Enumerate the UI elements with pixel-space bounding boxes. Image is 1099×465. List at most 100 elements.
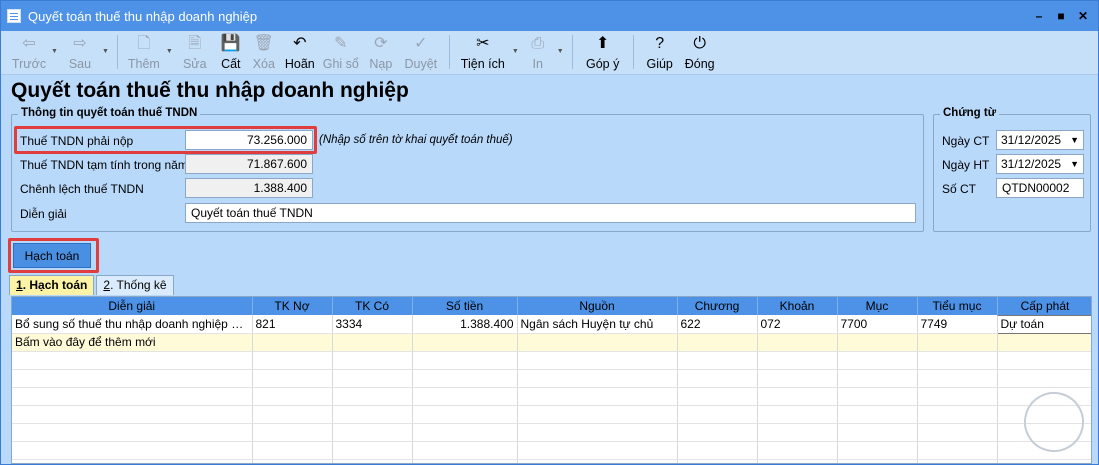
grid-cell[interactable]: Bổ sung số thuế thu nhập doanh nghiệp hi… — [12, 315, 253, 334]
grid-column-header[interactable]: Cấp phát — [997, 297, 1091, 315]
toolbar-button-8[interactable]: ⟳ Nạp — [363, 31, 399, 73]
dropdown-caret-icon[interactable]: ▼ — [49, 48, 60, 55]
toolbar-button-4[interactable]: 💾 Cất — [215, 31, 247, 73]
grid-cell — [837, 441, 918, 460]
grid-cell — [412, 423, 518, 442]
toolbar-button-12[interactable]: ⬆ Góp ý — [579, 31, 627, 73]
grid-cell — [332, 351, 413, 370]
toolbar-button-10[interactable]: ✂ Tiện ích — [456, 31, 510, 73]
grid-cell[interactable] — [252, 333, 333, 352]
grid-column-header[interactable]: TK Nợ — [252, 297, 333, 315]
grid-cell[interactable]: Ngân sách Huyện tự chủ — [517, 315, 678, 334]
grid-cell[interactable] — [332, 333, 413, 352]
grid-cell[interactable]: 3334 — [332, 315, 413, 334]
maximize-button[interactable]: ■ — [1050, 9, 1072, 23]
grid-header-row: Diễn giải TK Nợ TK Có Số tiền Nguồn Chương Kho… — [12, 297, 1091, 315]
grid-cell — [252, 405, 333, 424]
toolbar-button-7[interactable]: ✎ Ghi sổ — [319, 31, 363, 73]
toolbar-button-2[interactable]: 🗋 Thêm — [124, 31, 164, 73]
grid-column-header[interactable]: Mục — [837, 297, 918, 315]
grid-cell — [332, 369, 413, 388]
grid-cell[interactable] — [837, 333, 918, 352]
power-icon: ⏻ — [693, 35, 707, 52]
grid-column-header[interactable]: TK Có — [332, 297, 413, 315]
difference-field: 1.388.400 — [185, 178, 313, 198]
grid-cell — [412, 405, 518, 424]
grid-cell — [412, 369, 518, 388]
tab-thong-ke[interactable]: 2. Thống kê — [96, 275, 174, 295]
grid-cell — [332, 459, 413, 463]
ngay-ct-combo[interactable]: 31/12/2025 ▼ — [996, 130, 1084, 150]
chevron-down-icon[interactable]: ▼ — [1070, 131, 1079, 149]
tab-hach-toan-key: 1 — [16, 278, 23, 292]
dropdown-caret-icon[interactable]: ▼ — [100, 48, 111, 55]
add-new-row[interactable]: Bấm vào đây để thêm mới — [12, 333, 1091, 352]
grid-cell — [997, 351, 1091, 370]
grid-cell[interactable]: 1.388.400 — [412, 315, 518, 334]
grid-column-header[interactable]: Tiểu mục — [917, 297, 998, 315]
toolbar-button-label: Nạp — [369, 57, 393, 71]
grid-cell — [252, 423, 333, 442]
grid-column-header[interactable]: Khoản — [757, 297, 838, 315]
grid-cell[interactable]: Dự toán — [996, 314, 1091, 334]
empty-row — [12, 423, 1091, 442]
grid-cell[interactable]: 821 — [252, 315, 333, 334]
toolbar-button-14[interactable]: ⏻ Đóng — [680, 31, 720, 73]
grid-cell — [517, 459, 678, 463]
grid-cell — [917, 387, 998, 406]
refresh-icon: ⟳ — [374, 35, 388, 52]
close-button[interactable]: ✕ — [1072, 9, 1094, 23]
add-new-row-text[interactable]: Bấm vào đây để thêm mới — [12, 333, 253, 352]
grid-cell — [837, 423, 918, 442]
tools-icon: ✂ — [476, 35, 490, 52]
grid-column-header[interactable]: Diễn giải — [12, 297, 253, 315]
toolbar-button-11[interactable]: ⎙ In — [521, 31, 555, 73]
grid-cell[interactable]: 072 — [757, 315, 838, 334]
toolbar-button-3[interactable]: 🗎 Sửa — [175, 31, 215, 73]
grid-cell — [332, 441, 413, 460]
toolbar-button-13[interactable]: ? Giúp — [640, 31, 680, 73]
toolbar-button-6[interactable]: ↶ Hoãn — [281, 31, 319, 73]
dropdown-caret-icon[interactable]: ▼ — [555, 48, 566, 55]
grid-cell — [757, 351, 838, 370]
arrow-right-icon: ⇨ — [73, 35, 87, 52]
toolbar-button-label: Trước — [11, 57, 47, 71]
grid-cell[interactable]: 7749 — [917, 315, 998, 334]
minimize-button[interactable]: – — [1028, 9, 1050, 23]
toolbar-button-5[interactable]: 🗑 Xóa — [247, 31, 281, 73]
grid-cell[interactable] — [517, 333, 678, 352]
toolbar-button-9[interactable]: ✓ Duyệt — [399, 31, 443, 73]
pencil-icon: ✎ — [334, 35, 348, 52]
toolbar-button-1[interactable]: ⇨ Sau — [60, 31, 100, 73]
toolbar-button-label: Tiện ích — [460, 57, 505, 71]
description-input[interactable]: Quyết toán thuế TNDN — [185, 203, 916, 223]
grid-cell — [997, 369, 1091, 388]
table-row[interactable]: Bổ sung số thuế thu nhập doanh nghiệp hi… — [12, 314, 1091, 334]
grid-cell — [757, 405, 838, 424]
toolbar-separator — [116, 35, 118, 69]
grid-cell[interactable] — [412, 333, 518, 352]
tab-hach-toan[interactable]: 1. Hạch toán — [9, 275, 95, 295]
ngay-ht-combo[interactable]: 31/12/2025 ▼ — [996, 154, 1084, 174]
grid-cell[interactable] — [677, 333, 758, 352]
so-ct-input[interactable]: QTDN00002 — [996, 178, 1084, 198]
hach-toan-button[interactable]: Hạch toán — [13, 243, 91, 268]
chevron-down-icon[interactable]: ▼ — [1070, 155, 1079, 173]
grid-cell[interactable] — [917, 333, 998, 352]
grid-cell[interactable] — [997, 333, 1091, 352]
save-icon: 💾 — [220, 35, 241, 52]
dropdown-caret-icon[interactable]: ▼ — [510, 48, 521, 55]
toolbar-button-0[interactable]: ⇦ Trước — [9, 31, 49, 73]
grid-column-header[interactable]: Nguồn — [517, 297, 678, 315]
toolbar: ⇦ Trước ▼ ⇨ Sau ▼ 🗋 Thêm ▼ 🗎 Sửa 💾 Cất 🗑 Xóa ↶ Hoãn ✎ Ghi … — [1, 31, 1098, 75]
grid-cell — [917, 459, 998, 463]
grid-cell — [12, 405, 253, 424]
grid-cell[interactable]: 622 — [677, 315, 758, 334]
grid-column-header[interactable]: Chương — [677, 297, 758, 315]
grid-column-header[interactable]: Số tiền — [412, 297, 518, 315]
grid-cell[interactable]: 7700 — [837, 315, 918, 334]
grid-cell — [757, 369, 838, 388]
grid-cell[interactable] — [757, 333, 838, 352]
dropdown-caret-icon[interactable]: ▼ — [164, 48, 175, 55]
feedback-icon: ⬆ — [595, 35, 610, 52]
